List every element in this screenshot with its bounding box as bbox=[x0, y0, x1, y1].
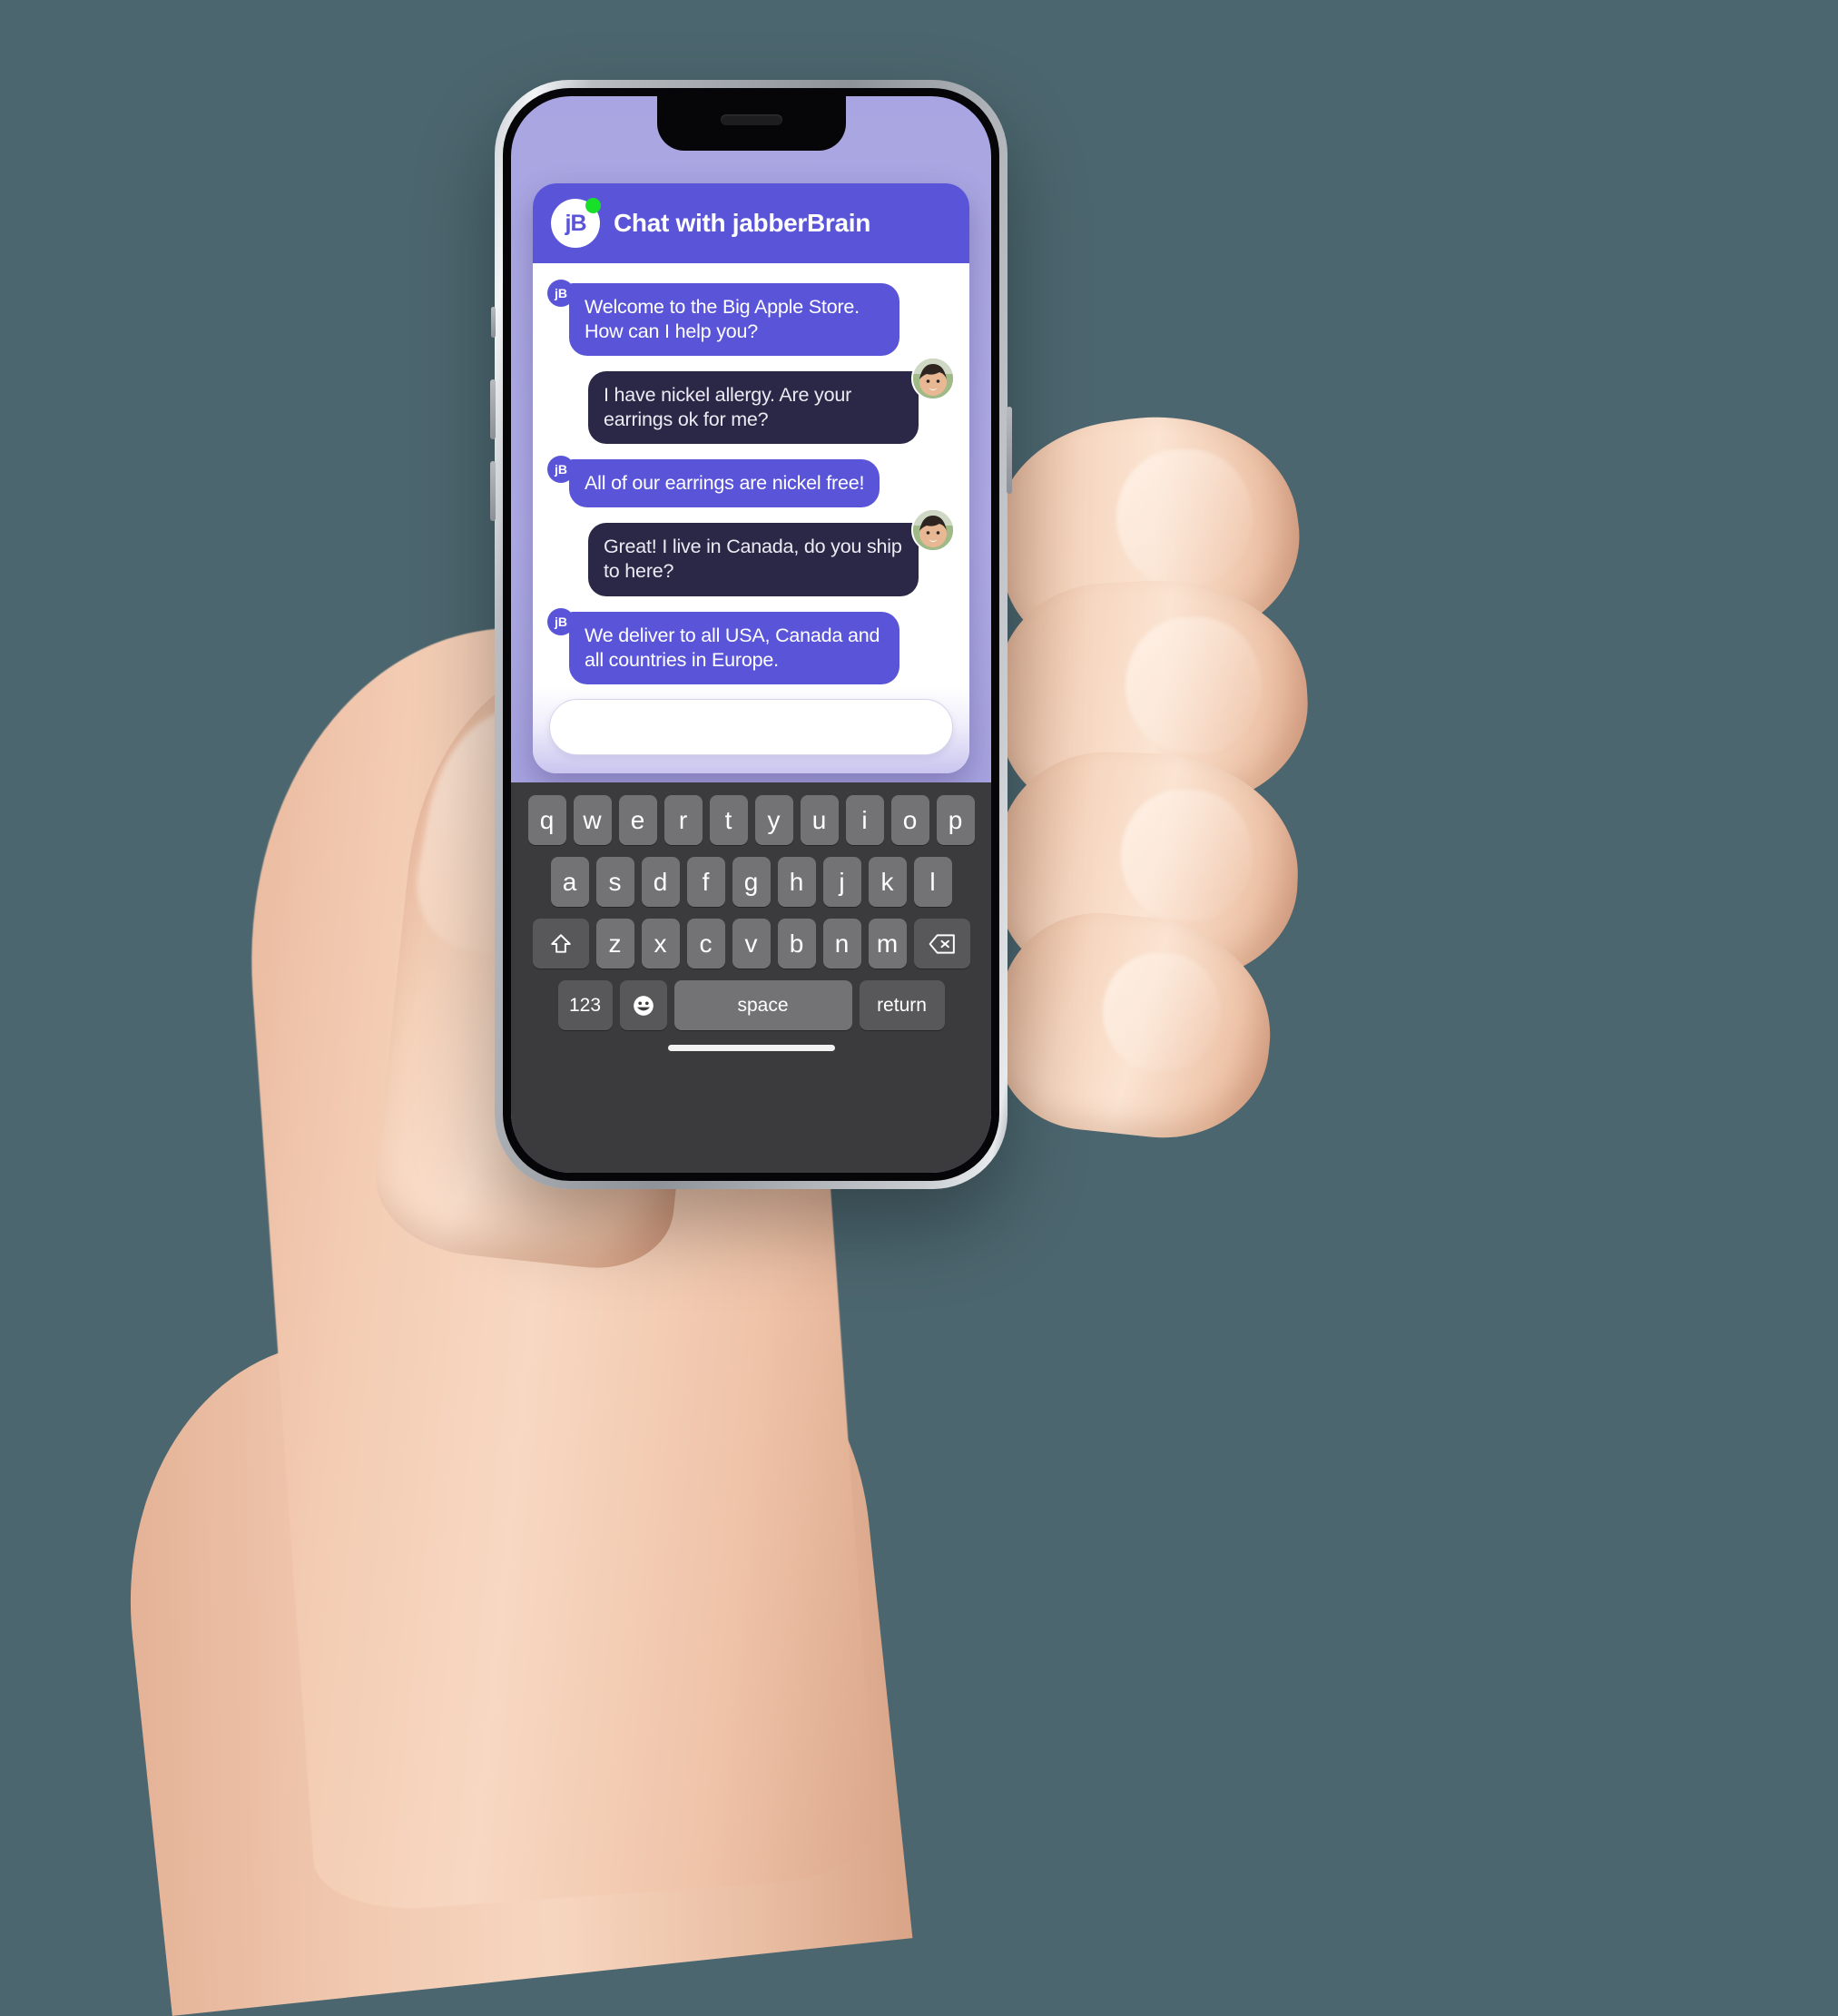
earpiece-speaker bbox=[720, 114, 782, 125]
key-g[interactable]: g bbox=[732, 857, 771, 907]
key-c[interactable]: c bbox=[686, 919, 725, 969]
bot-message-avatar: jB bbox=[547, 280, 575, 307]
key-n[interactable]: n bbox=[822, 919, 861, 969]
message-row-bot: jB We deliver to all USA, Canada and all… bbox=[547, 607, 955, 684]
message-row-bot: jB Welcome to the Big Apple Store. How c… bbox=[547, 280, 955, 357]
wrist bbox=[103, 1288, 913, 2016]
little-fingernail bbox=[1103, 953, 1221, 1071]
key-x[interactable]: x bbox=[641, 919, 680, 969]
message-bubble: All of our earrings are nickel free! bbox=[569, 459, 880, 508]
keyboard-row-2: a s d f g h j k l bbox=[511, 857, 991, 907]
phone-bezel: jB Chat with jabberBrain jB Welcome to t… bbox=[503, 88, 999, 1181]
phone-screen: jB Chat with jabberBrain jB Welcome to t… bbox=[511, 96, 991, 1173]
key-y[interactable]: y bbox=[754, 795, 793, 845]
message-bubble: Welcome to the Big Apple Store. How can … bbox=[569, 283, 899, 357]
key-l[interactable]: l bbox=[913, 857, 952, 907]
key-b[interactable]: b bbox=[777, 919, 816, 969]
message-row-bot: jB All of our earrings are nickel free! bbox=[547, 456, 955, 508]
index-finger bbox=[984, 398, 1312, 664]
middle-finger bbox=[992, 573, 1313, 816]
key-e[interactable]: e bbox=[618, 795, 657, 845]
key-m[interactable]: m bbox=[868, 919, 907, 969]
chat-widget: jB Chat with jabberBrain jB Welcome to t… bbox=[533, 183, 969, 773]
notch bbox=[656, 96, 846, 151]
onscreen-keyboard[interactable]: q w e r t y u i o p a s d f g h j k l z … bbox=[511, 782, 991, 1173]
message-list[interactable]: jB Welcome to the Big Apple Store. How c… bbox=[533, 263, 969, 686]
key-k[interactable]: k bbox=[868, 857, 907, 907]
key-o[interactable]: o bbox=[890, 795, 929, 845]
power-button[interactable] bbox=[1007, 407, 1012, 494]
message-row-user: I have nickel allergy. Are your earrings… bbox=[547, 357, 955, 445]
key-d[interactable]: d bbox=[641, 857, 680, 907]
volume-down-button[interactable] bbox=[490, 461, 496, 521]
key-v[interactable]: v bbox=[732, 919, 771, 969]
user-avatar bbox=[911, 508, 955, 553]
message-row-user: Great! I live in Canada, do you ship to … bbox=[547, 508, 955, 596]
key-s[interactable]: s bbox=[595, 857, 634, 907]
shift-arrow-icon[interactable] bbox=[532, 919, 589, 969]
key-q[interactable]: q bbox=[527, 795, 566, 845]
numbers-key[interactable]: 123 bbox=[557, 980, 613, 1030]
message-bubble: Great! I live in Canada, do you ship to … bbox=[588, 523, 919, 596]
message-input-zone bbox=[533, 686, 969, 773]
keyboard-row-4: 123 space return bbox=[511, 980, 991, 1030]
key-w[interactable]: w bbox=[573, 795, 612, 845]
backspace-icon[interactable] bbox=[913, 919, 970, 969]
bot-avatar: jB bbox=[551, 198, 601, 248]
index-fingernail bbox=[1116, 449, 1253, 585]
message-bubble: We deliver to all USA, Canada and all co… bbox=[569, 611, 899, 684]
key-r[interactable]: r bbox=[663, 795, 703, 845]
keyboard-row-1: q w e r t y u i o p bbox=[511, 795, 991, 845]
key-f[interactable]: f bbox=[686, 857, 725, 907]
key-p[interactable]: p bbox=[936, 795, 975, 845]
keyboard-row-3: z x c v b n m bbox=[511, 919, 991, 969]
emoji-icon[interactable] bbox=[619, 980, 667, 1030]
key-i[interactable]: i bbox=[845, 795, 884, 845]
phone-device: jB Chat with jabberBrain jB Welcome to t… bbox=[490, 80, 1012, 1189]
key-z[interactable]: z bbox=[595, 919, 634, 969]
chat-header: jB Chat with jabberBrain bbox=[533, 183, 969, 263]
key-h[interactable]: h bbox=[777, 857, 816, 907]
home-indicator bbox=[667, 1045, 835, 1051]
return-key[interactable]: return bbox=[859, 980, 945, 1030]
bot-message-avatar: jB bbox=[547, 607, 575, 635]
ring-finger bbox=[994, 748, 1302, 986]
message-input[interactable] bbox=[549, 699, 953, 755]
volume-up-button[interactable] bbox=[490, 379, 496, 439]
key-u[interactable]: u bbox=[800, 795, 839, 845]
mute-switch[interactable] bbox=[491, 307, 496, 338]
middle-fingernail bbox=[1125, 617, 1262, 753]
little-finger bbox=[988, 902, 1282, 1149]
key-j[interactable]: j bbox=[822, 857, 861, 907]
online-status-dot bbox=[585, 198, 601, 213]
message-bubble: I have nickel allergy. Are your earrings… bbox=[588, 371, 919, 445]
ring-fingernail bbox=[1121, 790, 1253, 921]
space-key[interactable]: space bbox=[673, 980, 852, 1030]
user-avatar bbox=[911, 357, 955, 401]
key-a[interactable]: a bbox=[550, 857, 589, 907]
chat-title: Chat with jabberBrain bbox=[614, 209, 871, 237]
key-t[interactable]: t bbox=[709, 795, 748, 845]
